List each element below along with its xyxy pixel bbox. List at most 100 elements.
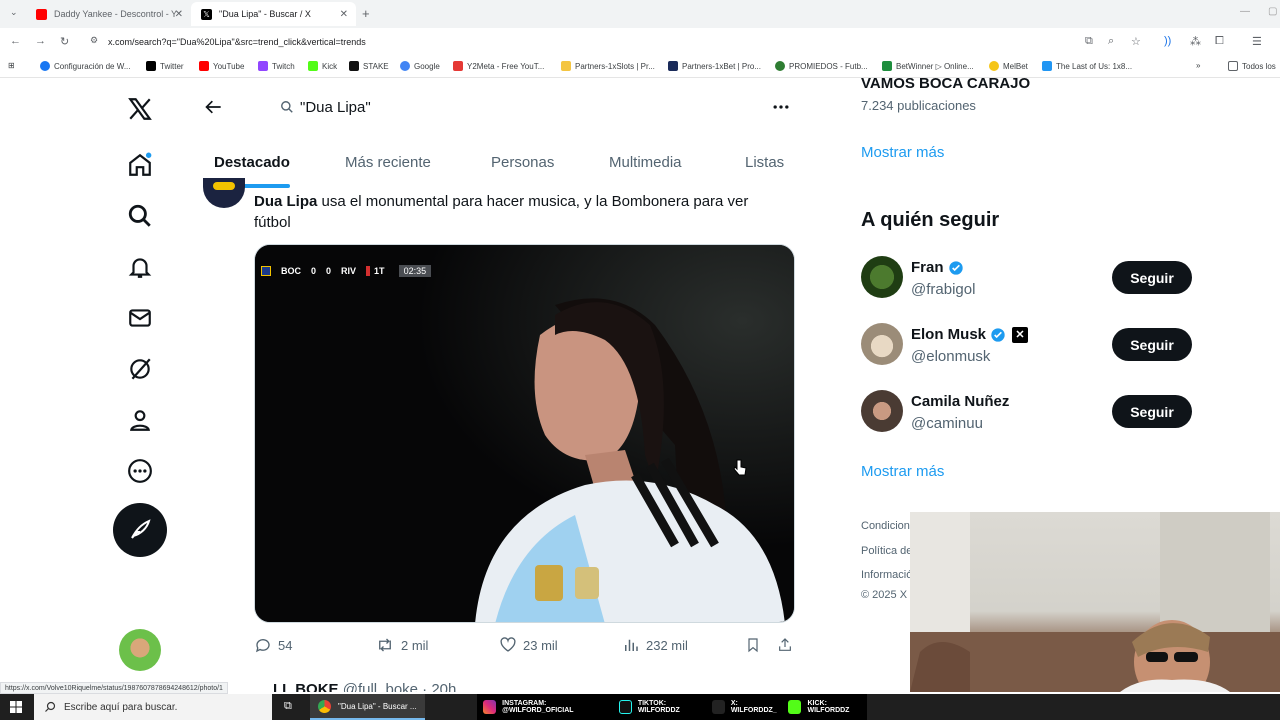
river-color-icon: [366, 266, 371, 276]
maximize-icon[interactable]: ▢: [1268, 6, 1277, 17]
search-query: "Dua Lipa": [300, 99, 371, 116]
like-button[interactable]: 23 mil: [499, 636, 558, 654]
profile-icon[interactable]: [126, 406, 154, 434]
share-icon: [779, 638, 791, 651]
search-icon[interactable]: [126, 202, 154, 230]
follow-button[interactable]: Seguir: [1112, 328, 1192, 361]
follow-button[interactable]: Seguir: [1112, 261, 1192, 294]
bookmark-star-icon[interactable]: ☆: [1131, 35, 1141, 48]
tab-search-icon[interactable]: ⌄: [10, 7, 18, 18]
sidebar-icon[interactable]: ☰: [1252, 35, 1262, 48]
show-more-trends-link[interactable]: Mostrar más: [861, 144, 944, 161]
streamer-social-banner: INSTAGRAM: @WILFORD_OFICIAL TIKTOK: WILF…: [477, 694, 867, 720]
back-arrow-icon[interactable]: [200, 93, 228, 121]
verified-badge-icon: [948, 260, 963, 275]
show-more-follow-link[interactable]: Mostrar más: [861, 463, 944, 480]
verified-badge-icon: [991, 327, 1005, 342]
more-options-icon[interactable]: [126, 457, 154, 485]
tab-multimedia[interactable]: Multimedia: [609, 154, 682, 171]
bookmark-item[interactable]: BetWinner ▷ Online...: [882, 61, 974, 71]
follow-button[interactable]: Seguir: [1112, 395, 1192, 428]
tweet-media-image[interactable]: BOC 0 0 RIV 1T 02:35: [254, 244, 795, 623]
browser-tab-youtube[interactable]: Daddy Yankee - Descontrol - Y ✕: [26, 2, 191, 26]
bookmark-item[interactable]: PROMIEDOS - Futb...: [775, 61, 868, 71]
tab-destacado[interactable]: Destacado: [214, 154, 290, 171]
bookmark-item[interactable]: Partners-1xSlots | Pr...: [561, 61, 655, 71]
search-input[interactable]: "Dua Lipa": [266, 86, 732, 130]
taskbar-chrome-window[interactable]: "Dua Lipa" - Buscar ...: [310, 694, 425, 720]
repost-button[interactable]: 2 mil: [375, 636, 428, 654]
follow-name[interactable]: Camila Nuñez: [911, 393, 1009, 410]
back-icon[interactable]: ←: [10, 35, 21, 47]
footer-link[interactable]: Condicion: [861, 520, 910, 532]
follow-avatar[interactable]: [861, 323, 903, 365]
reply-button[interactable]: 54: [254, 636, 292, 654]
account-avatar[interactable]: [119, 629, 161, 671]
new-tab-icon[interactable]: +: [362, 6, 370, 21]
tab-mas-reciente[interactable]: Más reciente: [345, 154, 431, 171]
bookmark-item[interactable]: YouTube: [199, 61, 244, 71]
bookmark-button[interactable]: [745, 636, 767, 654]
chrome-icon: [318, 700, 331, 713]
windows-start-icon[interactable]: [10, 701, 22, 713]
link-status-bar: https://x.com/Volve10Riquelme/status/198…: [0, 682, 228, 694]
bookmark-item[interactable]: MelBet: [989, 61, 1028, 71]
bookmark-item[interactable]: Kick: [308, 61, 337, 71]
footer-link[interactable]: Política de: [861, 545, 912, 557]
grok-icon[interactable]: [126, 355, 154, 383]
apps-icon[interactable]: ⊞: [8, 61, 15, 70]
x-logo-icon[interactable]: [126, 95, 154, 123]
address-bar-row: ← → ↻ ⚙ x.com/search?q="Dua%20Lipa"&src=…: [0, 28, 1280, 56]
zoom-icon[interactable]: ⌕: [1108, 35, 1114, 48]
site-info-icon[interactable]: ⚙: [90, 35, 98, 46]
views-button[interactable]: 232 mil: [622, 636, 688, 654]
url-field[interactable]: x.com/search?q="Dua%20Lipa"&src=trend_cl…: [108, 37, 366, 47]
bookmark-item[interactable]: Configuración de W...: [40, 61, 130, 71]
close-tab-icon[interactable]: ✕: [340, 9, 348, 20]
more-horizontal-icon[interactable]: [767, 93, 795, 121]
webcam-overlay: [910, 512, 1280, 692]
tweet-mention[interactable]: Dua Lipa: [254, 193, 317, 210]
close-tab-icon[interactable]: ✕: [175, 9, 183, 20]
forward-icon[interactable]: →: [35, 35, 46, 47]
bookmark-item[interactable]: Google: [400, 61, 440, 71]
compose-post-button[interactable]: [113, 503, 167, 557]
install-app-icon[interactable]: ⧉: [1085, 35, 1093, 48]
share-button[interactable]: [777, 636, 799, 654]
tweet-author-avatar[interactable]: [203, 178, 245, 208]
youtube-favicon-icon: [36, 8, 47, 20]
bookmark-item[interactable]: Y2Meta - Free YouT...: [453, 61, 544, 71]
tab-title: "Dua Lipa" - Buscar / X: [219, 9, 311, 19]
tab-listas[interactable]: Listas: [745, 154, 784, 171]
minimize-icon[interactable]: —: [1240, 6, 1250, 17]
tab-personas[interactable]: Personas: [491, 154, 554, 171]
notifications-bell-icon[interactable]: [126, 253, 154, 281]
extension-icon[interactable]: ⁂: [1190, 35, 1201, 48]
bookmarks-bar: ⊞ Configuración de W... Twitter YouTube …: [0, 56, 1280, 78]
footer-link[interactable]: Informació: [861, 569, 912, 581]
bookmark-item[interactable]: Twitch: [258, 61, 295, 71]
task-view-icon[interactable]: ⧉: [284, 700, 292, 713]
bookmark-item[interactable]: The Last of Us: 1x8...: [1042, 61, 1132, 71]
reply-icon: [255, 639, 270, 653]
follow-name[interactable]: Elon Musk ✕: [911, 326, 1029, 343]
messages-envelope-icon[interactable]: [126, 304, 154, 332]
bookmark-item[interactable]: Twitter: [146, 61, 184, 71]
follow-name[interactable]: Fran: [911, 259, 964, 276]
follow-avatar[interactable]: [861, 390, 903, 432]
bookmark-item[interactable]: Partners-1xBet | Pro...: [668, 61, 761, 71]
reload-icon[interactable]: ↻: [60, 35, 69, 48]
home-icon[interactable]: [126, 151, 154, 179]
search-tabs: Destacado Más reciente Personas Multimed…: [196, 138, 806, 188]
trend-title[interactable]: VAMOS BOCA CARAJO: [861, 78, 1030, 92]
match-scorebug: BOC 0 0 RIV 1T 02:35: [261, 264, 441, 278]
follow-handle: @frabigol: [911, 281, 976, 298]
taskbar-search-input[interactable]: Escribe aquí para buscar.: [34, 694, 272, 720]
follow-avatar[interactable]: [861, 256, 903, 298]
bookmark-item[interactable]: STAKE: [349, 61, 389, 71]
browser-tab-x[interactable]: 𝕏 "Dua Lipa" - Buscar / X ✕: [191, 2, 356, 26]
extension-icon[interactable]: )): [1164, 35, 1171, 47]
more-bookmarks-icon[interactable]: »: [1196, 61, 1200, 70]
bookmark-folder[interactable]: Todos los: [1228, 61, 1276, 71]
extensions-puzzle-icon[interactable]: ⧠: [1215, 35, 1224, 48]
